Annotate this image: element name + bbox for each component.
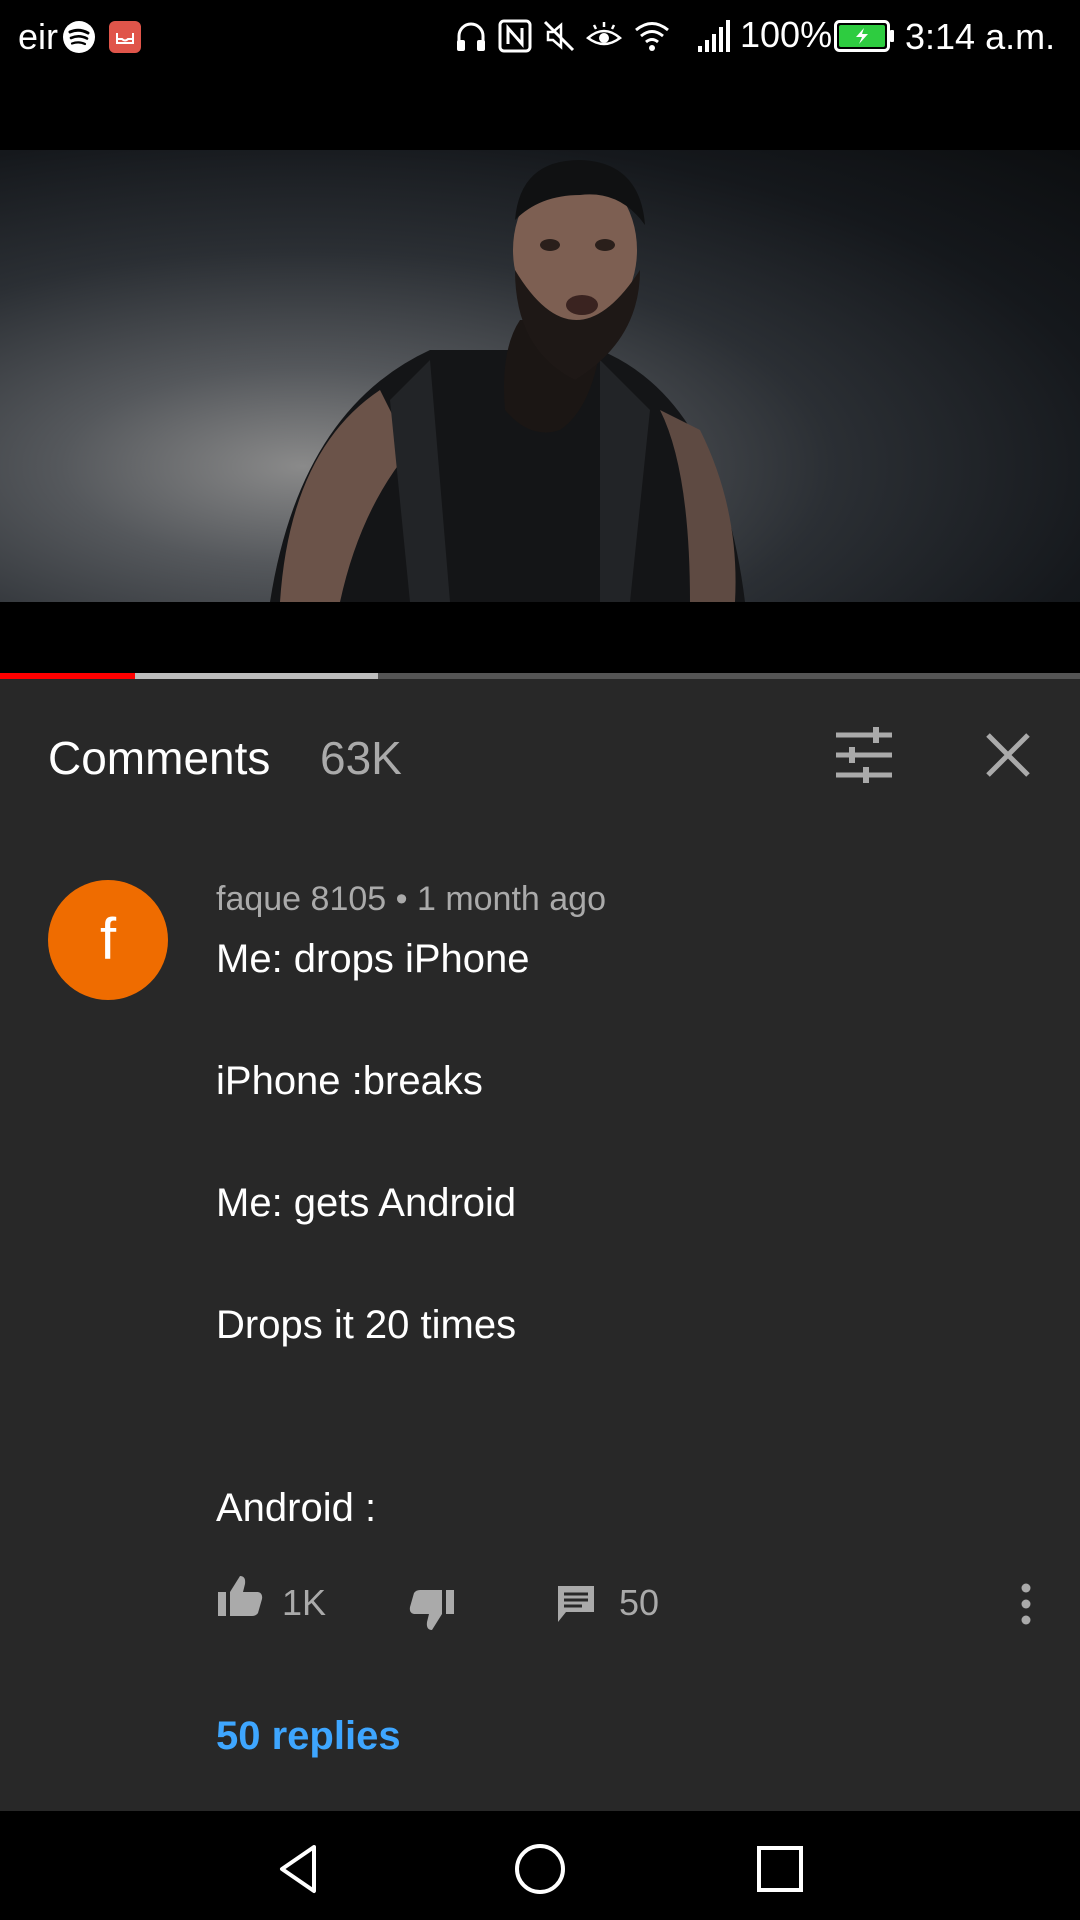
reply-count: 50 xyxy=(619,1582,660,1623)
status-bar: eir 100% 3:14 a.m. xyxy=(0,0,1080,74)
inbox-app-icon xyxy=(109,21,141,53)
avatar[interactable]: f xyxy=(48,880,168,1000)
wifi-icon xyxy=(635,22,669,51)
video-letterbox xyxy=(0,602,1080,674)
clock: 3:14 a.m. xyxy=(905,16,1056,57)
comments-list: f faque 8105 • 1 month ago Me: drops iPh… xyxy=(0,834,1080,1811)
signal-icon xyxy=(698,20,730,52)
view-replies-link[interactable]: 50 replies xyxy=(216,1714,401,1759)
comment-text-line: Android : xyxy=(216,1486,377,1530)
system-nav-bar xyxy=(0,1811,1080,1920)
comments-header: Comments 63K xyxy=(0,679,1080,834)
battery-charging-icon xyxy=(834,20,894,52)
mute-icon xyxy=(543,20,575,52)
sort-filter-icon[interactable] xyxy=(832,723,896,787)
like-count: 1K xyxy=(282,1582,327,1623)
comment-text-line: Me: gets Android xyxy=(216,1181,517,1225)
recents-icon[interactable] xyxy=(750,1839,810,1899)
headphones-icon xyxy=(457,22,485,51)
carrier-name: eir xyxy=(18,16,59,57)
more-options-icon[interactable] xyxy=(1016,1580,1036,1628)
nfc-icon xyxy=(498,19,532,53)
video-player[interactable] xyxy=(0,150,1080,602)
battery-percent: 100% xyxy=(740,14,833,55)
comment-text-line: Me: drops iPhone xyxy=(216,937,530,981)
comment-text-line: iPhone :breaks xyxy=(216,1059,483,1103)
home-icon[interactable] xyxy=(510,1839,570,1899)
dislike-icon[interactable] xyxy=(408,1586,456,1634)
close-icon[interactable] xyxy=(980,727,1036,783)
eye-comfort-icon xyxy=(586,22,622,46)
reply-icon[interactable] xyxy=(554,1582,598,1626)
comment-meta: faque 8105 • 1 month ago xyxy=(216,880,606,918)
comments-count: 63K xyxy=(320,732,402,784)
video-frame xyxy=(270,160,745,602)
comment-text-line: Drops it 20 times xyxy=(216,1303,517,1347)
like-icon[interactable] xyxy=(216,1572,264,1620)
spotify-icon xyxy=(63,21,95,53)
comments-title: Comments xyxy=(48,732,271,784)
back-icon[interactable] xyxy=(270,1839,330,1899)
